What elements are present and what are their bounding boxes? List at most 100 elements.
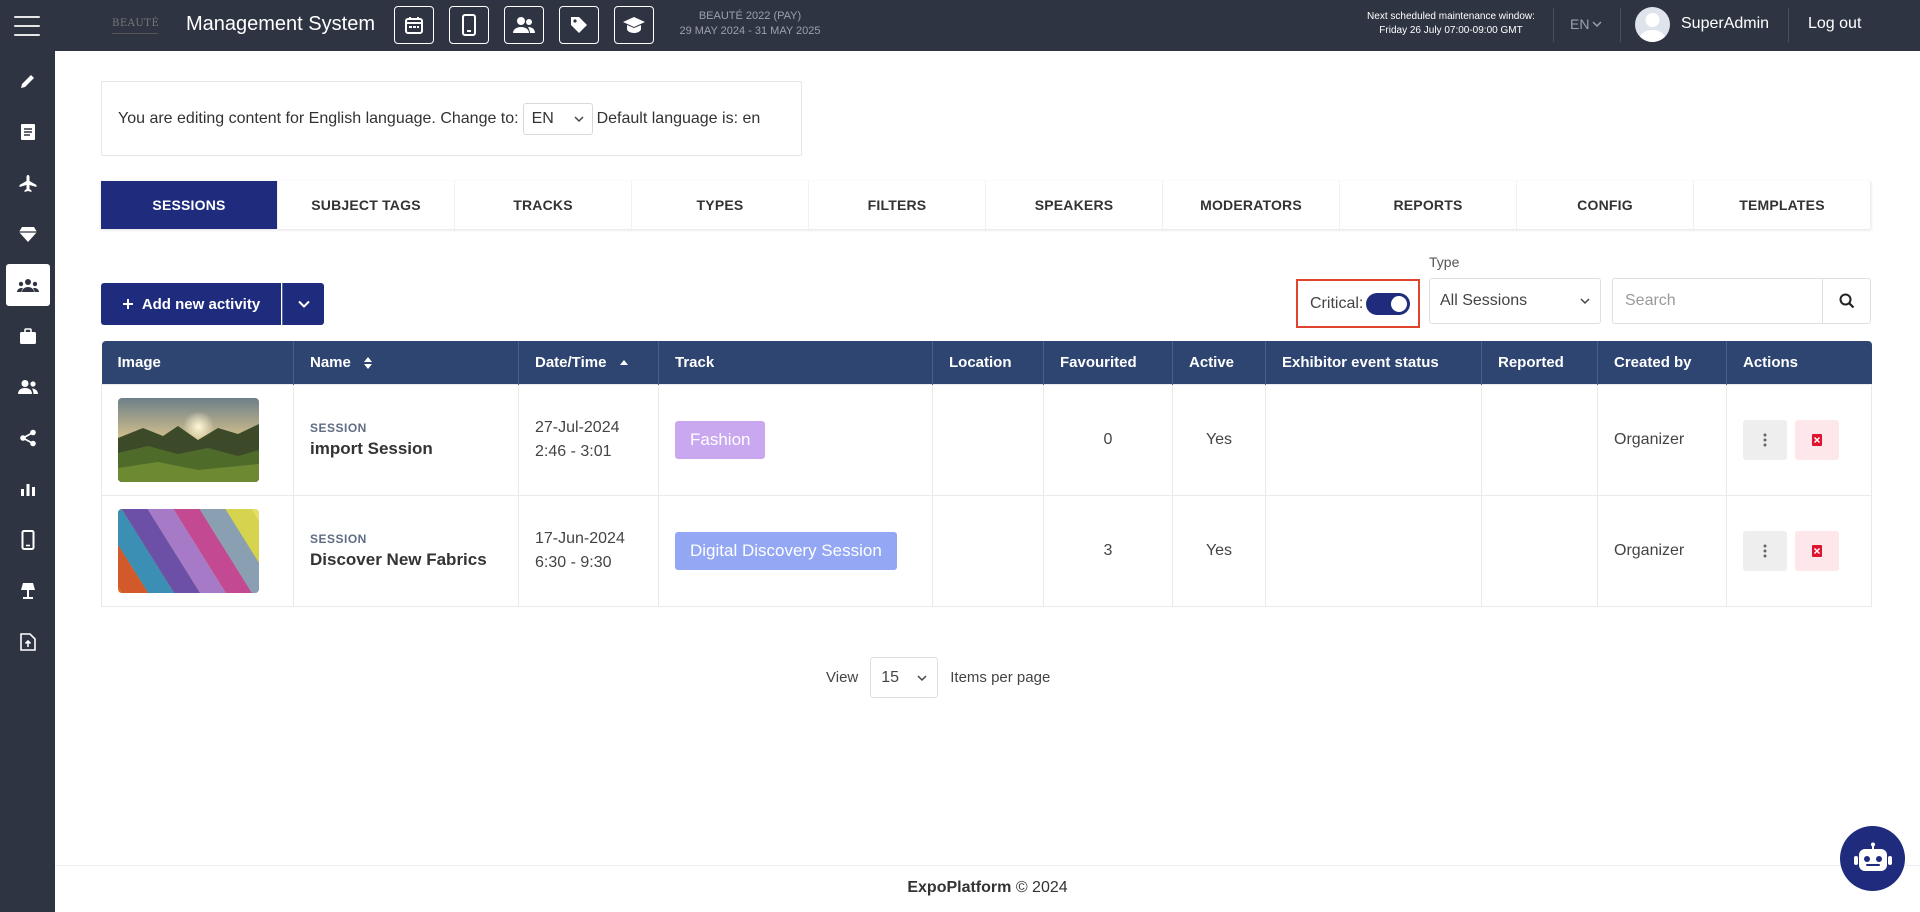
cell-favourited: 3 [1043, 494, 1173, 607]
tag-icon[interactable] [559, 6, 599, 44]
cell-reported [1481, 494, 1598, 607]
critical-filter: Critical: [1296, 279, 1420, 328]
more-actions-button[interactable] [1743, 419, 1787, 460]
plane-icon[interactable] [0, 162, 55, 204]
add-activity-dropdown-button[interactable] [282, 283, 324, 325]
column-header-reported: Reported [1481, 341, 1598, 384]
cell-image [101, 383, 294, 496]
menu-icon[interactable] [14, 16, 40, 36]
tab-sessions[interactable]: SESSIONS [101, 181, 278, 229]
items-per-page-select[interactable]: 15 [870, 657, 939, 698]
section-tabs: SESSIONS SUBJECT TAGS TRACKS TYPES FILTE… [101, 181, 1871, 229]
cell-actions [1726, 383, 1872, 496]
column-header-favourited: Favourited [1043, 341, 1173, 384]
file-upload-icon[interactable] [0, 621, 55, 663]
tab-moderators[interactable]: MODERATORS [1163, 181, 1340, 229]
tab-filters[interactable]: FILTERS [809, 181, 986, 229]
event-name: BEAUTÉ 2022 (PAY) [698, 10, 802, 22]
graduation-cap-icon[interactable] [614, 6, 654, 44]
tab-tracks[interactable]: TRACKS [455, 181, 632, 229]
cell-exhibitor-status [1265, 383, 1482, 496]
top-icon-group [394, 6, 654, 44]
session-type-label: SESSION [310, 420, 367, 435]
table-row: SESSION Discover New Fabrics 17-Jun-2024… [101, 494, 1872, 607]
more-actions-button[interactable] [1743, 530, 1787, 571]
column-header-track: Track [658, 341, 933, 384]
pagination: View 15 Items per page [826, 657, 1050, 698]
track-badge: Digital Discovery Session [675, 531, 897, 570]
tab-speakers[interactable]: SPEAKERS [986, 181, 1163, 229]
delete-button[interactable] [1795, 530, 1839, 571]
column-header-datetime[interactable]: Date/Time [518, 341, 659, 384]
language-notice: You are editing content for English lang… [101, 81, 802, 156]
delete-button[interactable] [1795, 419, 1839, 460]
maintenance-title: Next scheduled maintenance window: [1367, 11, 1535, 22]
column-header-actions: Actions [1726, 341, 1872, 384]
language-notice-text: You are editing content for English lang… [118, 109, 519, 127]
default-language-text: Default language is: en [596, 109, 761, 127]
chevron-down-icon [917, 674, 927, 681]
mobile-icon[interactable] [449, 6, 489, 44]
chatbot-button[interactable] [1840, 826, 1905, 891]
pencil-icon[interactable] [0, 60, 55, 102]
event-info: BEAUTÉ 2022 (PAY) 29 MAY 2024 - 31 MAY 2… [660, 9, 840, 39]
sort-ascending-icon [619, 359, 628, 365]
language-switcher[interactable]: EN [1570, 16, 1602, 32]
people-icon[interactable] [0, 366, 55, 408]
cell-image [101, 494, 294, 607]
search-button[interactable] [1823, 278, 1871, 324]
document-icon[interactable] [0, 111, 55, 153]
column-header-datetime-label: Date/Time [535, 353, 607, 371]
delete-icon [1812, 433, 1822, 446]
username[interactable]: SuperAdmin [1681, 15, 1769, 33]
avatar[interactable] [1635, 7, 1670, 42]
session-type-label: SESSION [310, 531, 367, 546]
diamond-icon[interactable] [0, 213, 55, 255]
cell-created-by: Organizer [1597, 383, 1727, 496]
tab-config[interactable]: CONFIG [1517, 181, 1694, 229]
tab-subject-tags[interactable]: SUBJECT TAGS [278, 181, 455, 229]
critical-label: Critical: [1310, 294, 1364, 312]
fabric-rolls-image[interactable] [118, 508, 259, 593]
share-icon[interactable] [0, 417, 55, 459]
logout-button[interactable]: Log out [1808, 15, 1861, 33]
cell-datetime: 17-Jun-2024 6:30 - 9:30 [518, 494, 659, 607]
language-select[interactable]: EN [522, 102, 593, 135]
tab-types[interactable]: TYPES [632, 181, 809, 229]
session-name[interactable]: import Session [310, 439, 502, 459]
type-select[interactable]: All Sessions [1429, 278, 1601, 324]
session-time: 2:46 - 3:01 [535, 442, 612, 460]
critical-toggle[interactable] [1366, 292, 1411, 315]
session-name[interactable]: Discover New Fabrics [310, 550, 502, 570]
tab-reports[interactable]: REPORTS [1340, 181, 1517, 229]
delete-icon [1812, 544, 1822, 557]
sessions-icon[interactable] [6, 264, 50, 306]
add-new-activity-button[interactable]: Add new activity [101, 283, 281, 325]
session-date: 17-Jun-2024 [535, 529, 625, 547]
session-time: 6:30 - 9:30 [535, 553, 612, 571]
cell-name: SESSION import Session [293, 383, 519, 496]
cell-track: Fashion [658, 383, 933, 496]
tab-templates[interactable]: TEMPLATES [1694, 181, 1871, 229]
cell-datetime: 27-Jul-2024 2:46 - 3:01 [518, 383, 659, 496]
briefcase-icon[interactable] [0, 315, 55, 357]
mobile-icon[interactable] [0, 519, 55, 561]
more-vertical-icon [1763, 433, 1767, 446]
search-input[interactable] [1612, 278, 1823, 324]
users-icon[interactable] [504, 6, 544, 44]
event-dates: 29 MAY 2024 - 31 MAY 2025 [679, 25, 821, 37]
column-header-image: Image [101, 341, 294, 384]
column-header-created-by: Created by [1597, 341, 1727, 384]
table-header-row: Image Name Date/Time Track Location Favo… [101, 341, 1872, 384]
lamp-icon[interactable] [0, 570, 55, 612]
divider [1788, 8, 1789, 42]
table-row: SESSION import Session 27-Jul-2024 2:46 … [101, 383, 1872, 496]
column-header-name[interactable]: Name [293, 341, 519, 384]
cell-track: Digital Discovery Session [658, 494, 933, 607]
chevron-down-icon [1592, 21, 1602, 28]
bar-chart-icon[interactable] [0, 468, 55, 510]
logo: BEAUTÉ [112, 14, 159, 34]
calendar-icon[interactable] [394, 6, 434, 44]
landscape-sunset-image[interactable] [118, 397, 259, 482]
app-title: Management System [186, 13, 375, 35]
